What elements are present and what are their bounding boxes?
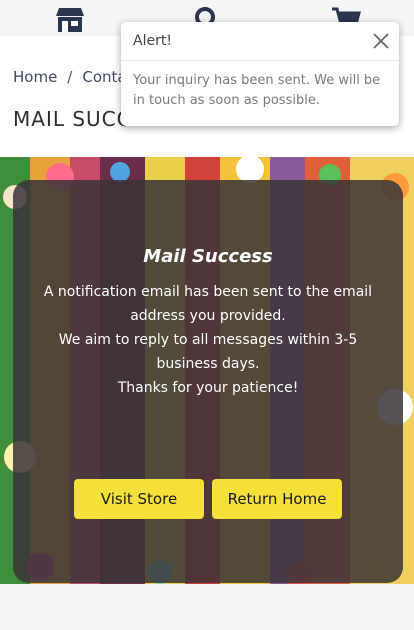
panel-message-line: A notification email has been sent to th… [43, 284, 373, 300]
close-icon[interactable] [371, 31, 391, 51]
return-home-button[interactable]: Return Home [212, 479, 342, 519]
panel-title: Mail Success [143, 246, 273, 267]
panel-message-line: business days. [156, 356, 260, 372]
visit-store-button[interactable]: Visit Store [74, 479, 204, 519]
breadcrumb-separator: / [67, 68, 73, 86]
alert-title: Alert! [133, 33, 172, 49]
breadcrumb: Home / Conta [13, 68, 127, 86]
panel-message-line: We aim to reply to all messages within 3… [58, 332, 358, 348]
store-icon[interactable] [54, 6, 86, 34]
breadcrumb-home-link[interactable]: Home [13, 68, 57, 86]
panel-message-line: address you provided. [130, 308, 286, 324]
alert-toast: Alert! Your inquiry has been sent. We wi… [121, 22, 399, 126]
alert-message: Your inquiry has been sent. We will be i… [133, 73, 381, 108]
panel-message-line: Thanks for your patience! [117, 380, 299, 396]
mail-success-panel: Mail Success A notification email has be… [13, 180, 403, 583]
alert-header: Alert! [121, 22, 399, 61]
breadcrumb-current[interactable]: Conta [82, 68, 126, 86]
page-title: MAIL SUCC [13, 107, 132, 131]
footer-strip [0, 584, 414, 630]
